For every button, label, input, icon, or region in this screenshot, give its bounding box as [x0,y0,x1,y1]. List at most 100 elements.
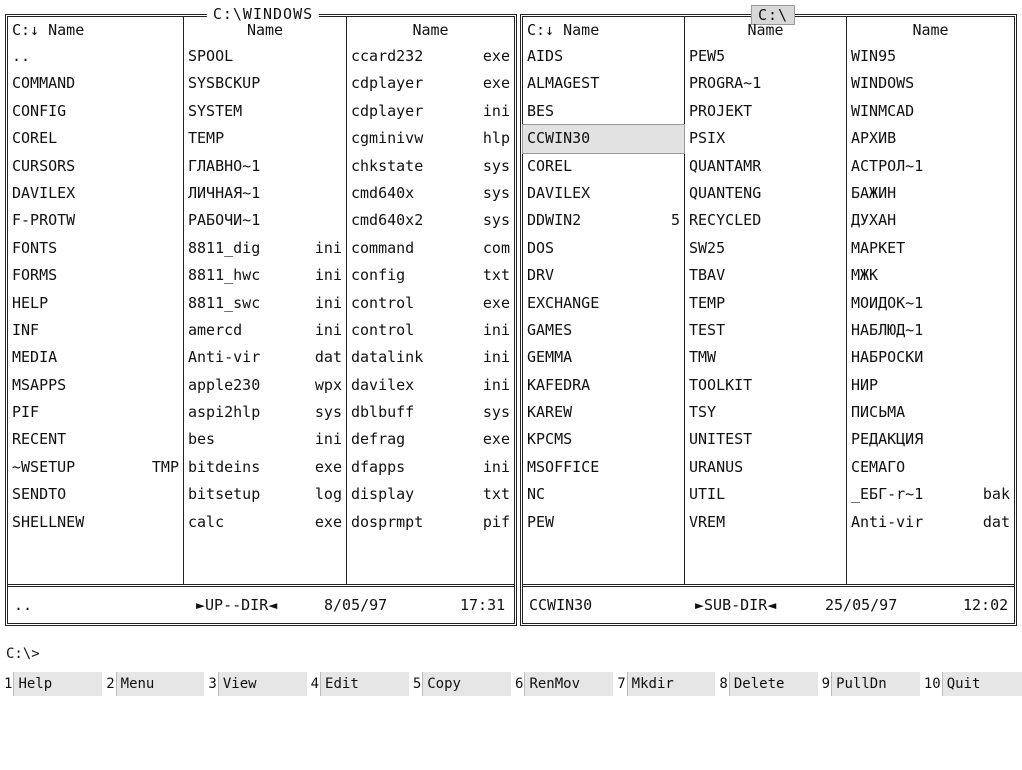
file-entry[interactable]: apple230 wpx [184,372,346,399]
file-entry[interactable]: config txt [347,262,514,289]
column-header[interactable]: C:↓ Name [523,17,684,43]
file-entry[interactable]: ccard232 exe [347,43,514,70]
file-entry[interactable]: TBAV [685,262,846,289]
file-entry[interactable]: UTIL [685,481,846,508]
file-entry[interactable]: TEMP [184,125,346,152]
command-prompt[interactable]: C:\> [6,646,40,662]
file-entry[interactable]: F-PROTW [8,207,183,234]
fkey-view[interactable]: 3 View [204,672,307,696]
file-entry[interactable]: .. [8,43,183,70]
file-entry[interactable]: amercd ini [184,317,346,344]
file-entry[interactable]: BES [523,98,684,125]
file-entry[interactable]: ~WSETUP TMP [8,454,183,481]
file-entry[interactable]: COREL [8,125,183,152]
file-entry[interactable]: МЖК [847,262,1014,289]
file-entry[interactable]: QUANTAMR [685,153,846,180]
file-entry[interactable]: DOS [523,235,684,262]
file-entry[interactable]: SHELLNEW [8,509,183,536]
file-entry[interactable]: WINMCAD [847,98,1014,125]
file-entry[interactable]: GEMMA [523,344,684,371]
left-panel[interactable]: C:\WINDOWS .. ►UP--DIR◄ 8/05/97 17:31 C:… [5,5,517,626]
file-entry[interactable]: MSAPPS [8,372,183,399]
file-entry[interactable]: TSY [685,399,846,426]
file-entry[interactable]: SYSTEM [184,98,346,125]
file-entry[interactable]: РЕДАКЦИЯ [847,426,1014,453]
file-entry[interactable]: Anti-vir dat [847,509,1014,536]
file-entry[interactable]: МОИДОК~1 [847,290,1014,317]
fkey-edit[interactable]: 4 Edit [306,672,409,696]
file-entry[interactable]: calc exe [184,509,346,536]
file-entry[interactable]: UNITEST [685,426,846,453]
file-entry[interactable]: ПИСЬМА [847,399,1014,426]
file-entry[interactable]: 8811_swc ini [184,290,346,317]
file-entry[interactable]: TEMP [685,290,846,317]
file-entry[interactable]: dblbuff sys [347,399,514,426]
file-entry[interactable]: dosprmpt pif [347,509,514,536]
file-entry[interactable]: SPOOL [184,43,346,70]
file-entry[interactable]: control exe [347,290,514,317]
file-entry[interactable]: bes ini [184,426,346,453]
file-entry[interactable]: COMMAND [8,70,183,97]
fkey-pulldn[interactable]: 9 PullDn [817,672,920,696]
file-entry[interactable]: GAMES [523,317,684,344]
file-entry[interactable]: FORMS [8,262,183,289]
file-entry[interactable]: НИР [847,372,1014,399]
file-entry[interactable]: TMW [685,344,846,371]
file-entry[interactable]: defrag exe [347,426,514,453]
file-entry[interactable]: aspi2hlp sys [184,399,346,426]
file-entry[interactable]: РАБОЧИ~1 [184,207,346,234]
file-entry[interactable]: display txt [347,481,514,508]
file-entry[interactable]: command com [347,235,514,262]
file-entry[interactable]: CURSORS [8,153,183,180]
file-entry[interactable]: VREM [685,509,846,536]
file-entry[interactable]: cdplayer ini [347,98,514,125]
file-entry[interactable]: KAREW [523,399,684,426]
file-entry[interactable]: MSOFFICE [523,454,684,481]
column-header[interactable]: Name [685,17,846,43]
fkey-quit[interactable]: 10 Quit [919,672,1022,696]
file-entry[interactable]: FONTS [8,235,183,262]
column-header[interactable]: Name [847,17,1014,43]
file-entry[interactable]: CONFIG [8,98,183,125]
file-entry[interactable]: cmd640x sys [347,180,514,207]
file-entry[interactable]: chkstate sys [347,153,514,180]
file-entry[interactable]: АРХИВ [847,125,1014,152]
file-entry[interactable]: bitdeins exe [184,454,346,481]
file-entry[interactable]: RECENT [8,426,183,453]
file-entry[interactable]: KAFEDRA [523,372,684,399]
fkey-renmov[interactable]: 6 RenMov [511,672,614,696]
file-entry[interactable]: PROGRA~1 [685,70,846,97]
file-entry[interactable]: control ini [347,317,514,344]
file-entry[interactable]: МАРКЕТ [847,235,1014,262]
file-entry[interactable]: MEDIA [8,344,183,371]
file-entry[interactable]: БАЖИН [847,180,1014,207]
file-entry[interactable]: WIN95 [847,43,1014,70]
file-entry[interactable]: bitsetup log [184,481,346,508]
file-entry[interactable]: PROJEKT [685,98,846,125]
fkey-delete[interactable]: 8 Delete [715,672,818,696]
file-entry[interactable]: SW25 [685,235,846,262]
file-entry[interactable]: ЛИЧНАЯ~1 [184,180,346,207]
file-entry[interactable]: НАБРОСКИ [847,344,1014,371]
file-entry[interactable]: АСТРОЛ~1 [847,153,1014,180]
file-entry[interactable]: ALMAGEST [523,70,684,97]
file-entry[interactable]: EXCHANGE [523,290,684,317]
file-entry-selected[interactable]: CCWIN30 [522,124,685,154]
file-entry[interactable]: 8811_hwc ini [184,262,346,289]
file-entry[interactable]: ГЛАВНО~1 [184,153,346,180]
file-entry[interactable]: URANUS [685,454,846,481]
file-entry[interactable]: PIF [8,399,183,426]
file-entry[interactable]: ДУХАН [847,207,1014,234]
file-entry[interactable]: QUANTENG [685,180,846,207]
file-entry[interactable]: DRV [523,262,684,289]
file-entry[interactable]: PSIX [685,125,846,152]
fkey-menu[interactable]: 2 Menu [102,672,205,696]
file-entry[interactable]: PEW5 [685,43,846,70]
file-entry[interactable]: KPCMS [523,426,684,453]
file-entry[interactable]: WINDOWS [847,70,1014,97]
column-header[interactable]: C:↓ Name [8,17,183,43]
file-entry[interactable]: cgminivw hlp [347,125,514,152]
file-entry[interactable]: dfapps ini [347,454,514,481]
file-entry[interactable]: DAVILEX [8,180,183,207]
file-entry[interactable]: HELP [8,290,183,317]
